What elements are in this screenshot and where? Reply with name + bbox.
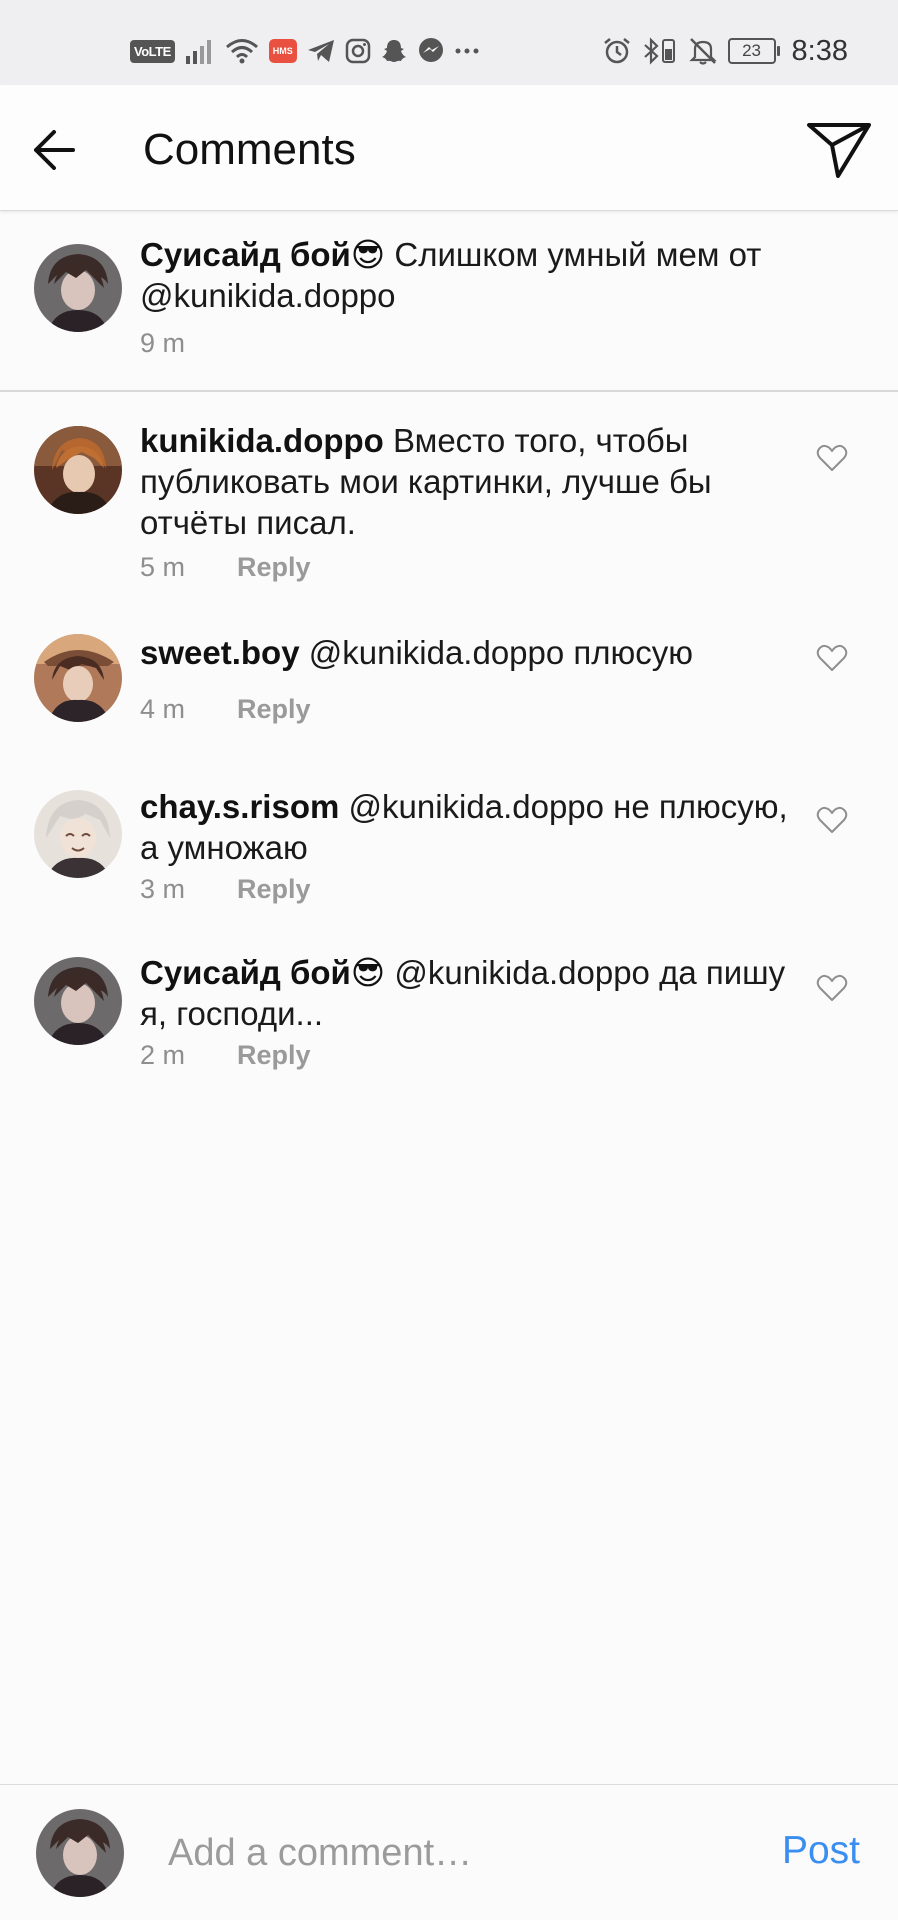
like-button[interactable] <box>814 804 850 836</box>
page-title: Comments <box>143 125 356 174</box>
reply-button[interactable]: Reply <box>237 552 311 583</box>
like-button[interactable] <box>814 972 850 1004</box>
comment-meta: 3 m Reply <box>140 874 311 905</box>
comment-time: 3 m <box>140 874 186 904</box>
back-arrow-icon <box>34 130 75 170</box>
comments-screen: VoLTE HMS 23 8:38 Comments Суисайд бой😎 … <box>0 0 898 1920</box>
share-button[interactable] <box>804 117 874 181</box>
comment-meta: 2 m Reply <box>140 1040 311 1071</box>
heart-icon <box>816 974 848 1001</box>
avatar[interactable] <box>34 634 122 722</box>
status-left-icons: VoLTE HMS <box>130 34 479 68</box>
snapchat-icon <box>381 38 407 64</box>
heart-icon <box>816 644 848 671</box>
reply-button[interactable]: Reply <box>237 694 311 725</box>
messenger-icon <box>417 37 445 65</box>
hms-icon: HMS <box>268 39 297 63</box>
wifi-icon <box>225 38 259 64</box>
comment-composer: Post <box>0 1784 898 1920</box>
heart-icon <box>816 444 848 471</box>
comment-username[interactable]: sweet.boy <box>140 634 300 671</box>
comment-username[interactable]: Суисайд бой😎 <box>140 236 385 273</box>
status-time: 8:38 <box>791 34 848 67</box>
reply-button[interactable]: Reply <box>237 1040 311 1071</box>
comment-text-block: kunikida.doppo Вместо того, чтобы публик… <box>140 420 800 543</box>
mute-icon <box>688 36 718 66</box>
caption-text-block: Суисайд бой😎 Слишком умный мем от @kunik… <box>140 234 800 316</box>
instagram-icon <box>345 38 371 64</box>
comment-text: @kunikida.doppo плюсую <box>308 634 694 671</box>
comment-input[interactable] <box>168 1825 728 1881</box>
like-button[interactable] <box>814 442 850 474</box>
comment-text-block: Суисайд бой😎 @kunikida.doppo да пишу я, … <box>140 952 800 1034</box>
avatar-image <box>34 634 122 722</box>
comment-meta: 9 m <box>140 328 185 359</box>
more-notifications-icon <box>455 47 479 55</box>
like-button[interactable] <box>814 642 850 674</box>
heart-icon <box>816 806 848 833</box>
reply-button[interactable]: Reply <box>237 874 311 905</box>
telegram-icon <box>307 39 335 63</box>
comment-meta: 5 m Reply <box>140 552 311 583</box>
comment-time: 4 m <box>140 694 186 724</box>
comment-text-block: sweet.boy @kunikida.doppo плюсую <box>140 632 800 673</box>
bluetooth-battery-icon <box>642 36 678 66</box>
comment-time: 9 m <box>140 328 186 358</box>
comment-username[interactable]: kunikida.doppo <box>140 422 384 459</box>
comment-time: 5 m <box>140 552 186 582</box>
comment-text-block: chay.s.risom @kunikida.doppo не плюсую, … <box>140 786 800 868</box>
status-bar: VoLTE HMS 23 8:38 <box>0 0 898 85</box>
paper-plane-icon <box>807 123 871 178</box>
battery-icon: 23 <box>727 38 780 64</box>
avatar-image <box>34 426 122 514</box>
top-app-bar: Comments <box>0 85 898 211</box>
signal-icon <box>185 38 215 64</box>
status-right-icons: 23 8:38 <box>602 32 848 70</box>
avatar[interactable] <box>34 957 122 1045</box>
current-user-avatar <box>36 1809 124 1897</box>
avatar-image <box>34 244 122 332</box>
comment-time: 2 m <box>140 1040 186 1070</box>
avatar[interactable] <box>34 790 122 878</box>
avatar[interactable] <box>34 244 122 332</box>
post-caption: Суисайд бой😎 Слишком умный мем от @kunik… <box>0 210 898 392</box>
comment-username[interactable]: Суисайд бой😎 <box>140 954 385 991</box>
back-button[interactable] <box>30 125 80 175</box>
volte-icon: VoLTE <box>130 39 175 63</box>
comment-meta: 4 m Reply <box>140 694 311 725</box>
avatar-image <box>34 957 122 1045</box>
avatar-image <box>36 1809 124 1897</box>
comment-username[interactable]: chay.s.risom <box>140 788 339 825</box>
post-button[interactable]: Post <box>782 1829 860 1873</box>
avatar-image <box>34 790 122 878</box>
alarm-icon <box>602 36 632 66</box>
avatar[interactable] <box>34 426 122 514</box>
